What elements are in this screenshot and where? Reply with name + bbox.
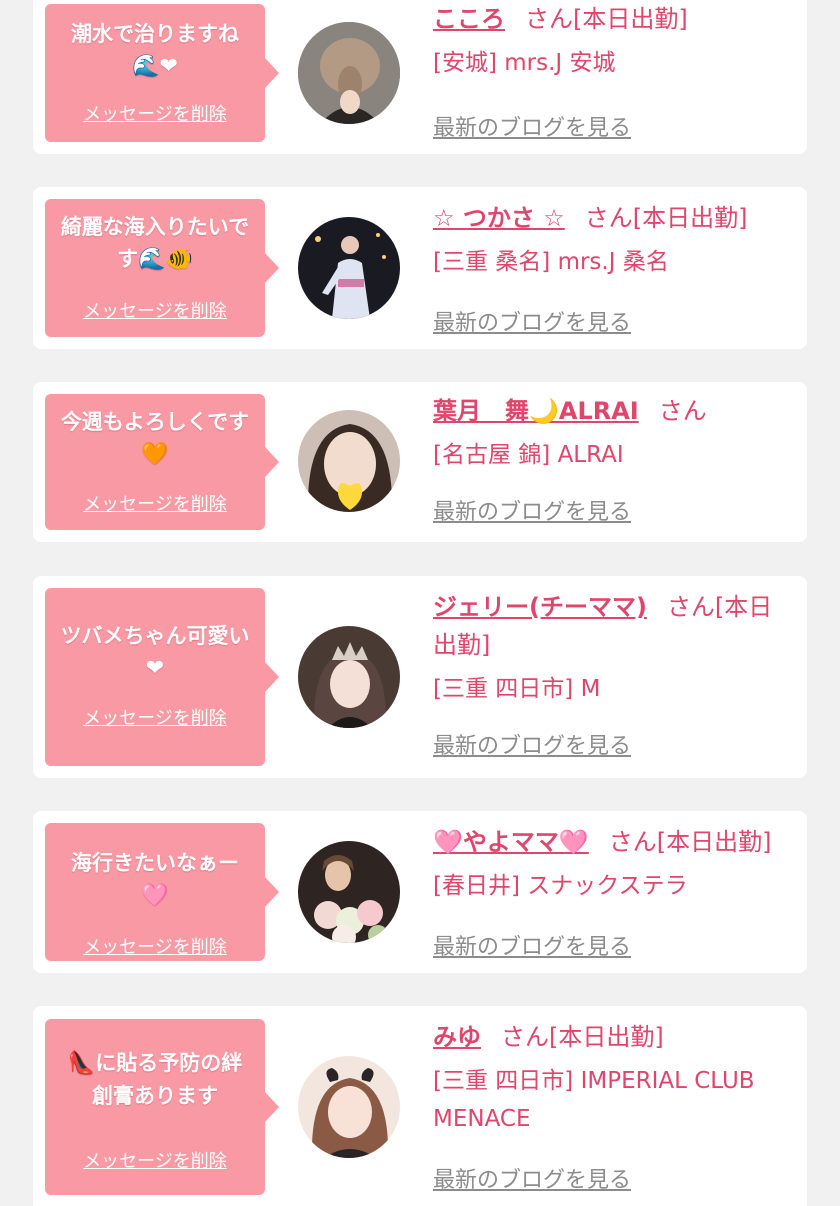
delete-message-link[interactable]: メッセージを削除 <box>45 933 265 959</box>
shop-label: [三重 四日市] M <box>433 676 601 702</box>
message-emoji: ❤ <box>145 656 165 681</box>
shop-label: [三重 四日市] IMPERIAL CLUB MENACE <box>433 1068 755 1132</box>
delete-message-link[interactable]: メッセージを削除 <box>45 704 265 730</box>
cast-name-link[interactable]: こころ <box>433 5 505 33</box>
name-line: ジェリー(チーママ) さん[本日出勤] <box>433 588 793 664</box>
cast-info: 🩷やよママ🩷 さん[本日出勤] [春日井] スナックステラ 最新のブログを見る <box>433 823 793 960</box>
shop-label: [安城] mrs.J 安城 <box>433 50 616 76</box>
message-text: 今週もよろしくです🧡 <box>60 410 250 467</box>
name-suffix: さん[本日出勤] <box>608 828 772 856</box>
cast-name-link[interactable]: ☆ つかさ ☆ <box>433 204 565 232</box>
message-bubble: 海行きたいなぁー 🩷 メッセージを削除 <box>45 823 279 961</box>
avatar-image <box>298 410 400 512</box>
message-bubble: 今週もよろしくです🧡 メッセージを削除 <box>45 394 279 530</box>
latest-blog-link[interactable]: 最新のブログを見る <box>433 929 631 961</box>
name-line: こころ さん[本日出勤] <box>433 0 793 38</box>
cast-name-link[interactable]: ジェリー(チーママ) <box>433 593 647 621</box>
avatar[interactable] <box>298 410 400 512</box>
message-list: 潮水で治りますね 🌊❤ メッセージを削除 こころ さん[本日出勤] [安城] mr… <box>0 0 840 1206</box>
cast-name-link[interactable]: 葉月 舞🌙ALRAI <box>433 397 639 425</box>
name-suffix: さん <box>658 397 707 425</box>
message-emoji: 🌊❤ <box>132 54 178 79</box>
message-card: 今週もよろしくです🧡 メッセージを削除 葉月 舞🌙ALRAI さん [名古屋 錦]… <box>33 382 807 542</box>
avatar[interactable] <box>298 626 400 728</box>
cast-info: こころ さん[本日出勤] [安城] mrs.J 安城 最新のブログを見る <box>433 0 793 141</box>
name-line: ☆ つかさ ☆ さん[本日出勤] <box>433 199 793 237</box>
cast-info: ジェリー(チーママ) さん[本日出勤] [三重 四日市] M 最新のブログを見る <box>433 588 793 759</box>
message-text: ツバメちゃん可愛い❤ <box>60 624 250 681</box>
name-suffix: さん[本日出勤] <box>501 1023 664 1051</box>
message-card: 👠に貼る予防の絆創膏あります メッセージを削除 みゆ さん[本日出勤] [三重 四… <box>33 1006 807 1206</box>
cast-info: みゆ さん[本日出勤] [三重 四日市] IMPERIAL CLUB MENACE… <box>433 1018 793 1193</box>
latest-blog-link[interactable]: 最新のブログを見る <box>433 1162 631 1194</box>
delete-message-link[interactable]: メッセージを削除 <box>45 490 265 516</box>
message-card: ツバメちゃん可愛い❤ メッセージを削除 ジェリー(チーママ) さん[本日出勤] [… <box>33 576 807 778</box>
avatar-image <box>298 626 400 728</box>
message-bubble: 潮水で治りますね 🌊❤ メッセージを削除 <box>45 4 279 142</box>
shop-label: [三重 桑名] mrs.J 桑名 <box>433 249 669 275</box>
latest-blog-link[interactable]: 最新のブログを見る <box>433 494 631 526</box>
message-emoji: 🌊🐠 <box>138 247 193 272</box>
message-text: 👠に貼る予防の絆創膏あります <box>67 1051 243 1108</box>
message-text: 海行きたいなぁー 🩷 <box>71 851 239 908</box>
name-line: 葉月 舞🌙ALRAI さん <box>433 392 793 430</box>
avatar[interactable] <box>298 22 400 124</box>
message-card: 海行きたいなぁー 🩷 メッセージを削除 🩷やよママ🩷 さん[本日出勤] [春日井]… <box>33 811 807 973</box>
avatar-image <box>298 217 400 319</box>
shop-label: [春日井] スナックステラ <box>433 873 688 899</box>
delete-message-link[interactable]: メッセージを削除 <box>45 1147 265 1173</box>
message-card: 綺麗な海入りたいです🌊🐠 メッセージを削除 ☆ つかさ ☆ さん[本日出勤] [三… <box>33 187 807 349</box>
shop-label: [名古屋 錦] ALRAI <box>433 442 624 468</box>
name-suffix: さん[本日出勤] <box>584 204 748 232</box>
latest-blog-link[interactable]: 最新のブログを見る <box>433 110 631 142</box>
name-line: 🩷やよママ🩷 さん[本日出勤] <box>433 823 793 861</box>
avatar-image <box>298 22 400 124</box>
latest-blog-link[interactable]: 最新のブログを見る <box>433 305 631 337</box>
message-text: 潮水で治りますね 🌊❤ <box>71 22 239 79</box>
message-emoji: 🧡 <box>141 442 169 467</box>
cast-name-link[interactable]: 🩷やよママ🩷 <box>433 828 589 856</box>
name-line: みゆ さん[本日出勤] <box>433 1018 793 1056</box>
avatar[interactable] <box>298 217 400 319</box>
message-card: 潮水で治りますね 🌊❤ メッセージを削除 こころ さん[本日出勤] [安城] mr… <box>33 0 807 154</box>
message-text: 綺麗な海入りたいです🌊🐠 <box>60 215 250 272</box>
message-emoji: 👠 <box>67 1051 96 1076</box>
name-suffix: さん[本日出勤] <box>525 5 688 33</box>
cast-info: 葉月 舞🌙ALRAI さん [名古屋 錦] ALRAI 最新のブログを見る <box>433 392 793 525</box>
cast-name-link[interactable]: みゆ <box>433 1023 481 1051</box>
avatar-image <box>298 1056 400 1158</box>
cast-info: ☆ つかさ ☆ さん[本日出勤] [三重 桑名] mrs.J 桑名 最新のブログを… <box>433 199 793 336</box>
message-emoji: 🩷 <box>141 883 169 908</box>
avatar[interactable] <box>298 841 400 943</box>
delete-message-link[interactable]: メッセージを削除 <box>45 297 265 323</box>
message-bubble: 綺麗な海入りたいです🌊🐠 メッセージを削除 <box>45 199 279 337</box>
avatar-image <box>298 841 400 943</box>
latest-blog-link[interactable]: 最新のブログを見る <box>433 728 631 760</box>
message-bubble: 👠に貼る予防の絆創膏あります メッセージを削除 <box>45 1019 279 1195</box>
message-bubble: ツバメちゃん可愛い❤ メッセージを削除 <box>45 588 279 766</box>
avatar[interactable] <box>298 1056 400 1158</box>
delete-message-link[interactable]: メッセージを削除 <box>45 100 265 126</box>
